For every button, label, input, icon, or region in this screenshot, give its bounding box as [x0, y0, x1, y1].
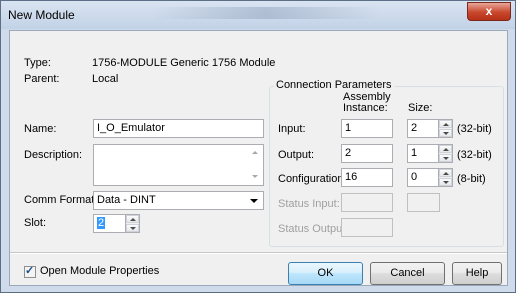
spin-up-icon[interactable] [439, 169, 452, 177]
output-instance-field[interactable]: 2 [341, 144, 393, 163]
ok-button[interactable]: OK [288, 262, 363, 285]
comm-format-select[interactable]: Data - DINT [93, 191, 264, 210]
open-module-properties-checkbox[interactable] [24, 264, 36, 278]
status-input-instance-field [341, 193, 393, 212]
size-header: Size: [408, 102, 433, 114]
output-size-spinner[interactable] [438, 144, 453, 163]
slot-label: Slot: [24, 217, 47, 229]
scroll-down-icon [252, 175, 258, 178]
close-button[interactable]: x [467, 2, 511, 21]
connection-parameters-legend: Connection Parameters [274, 79, 394, 91]
input-size-spinner[interactable] [438, 119, 453, 138]
status-input-label: Status Input: [278, 198, 340, 210]
input-label: Input: [278, 123, 306, 135]
status-input-size-field [407, 193, 440, 212]
output-size-field[interactable]: 1 [407, 144, 440, 163]
footer-separator-highlight [10, 253, 507, 254]
dialog-body: Type: 1756-MODULE Generic 1756 Module Pa… [9, 30, 508, 286]
configuration-size-spinner[interactable] [438, 168, 453, 187]
dialog-title: New Module [8, 8, 75, 22]
new-module-dialog: New Module x Type: 1756-MODULE Generic 1… [0, 0, 516, 293]
spin-up-icon[interactable] [439, 120, 452, 128]
slot-spinner[interactable] [125, 214, 140, 233]
name-field[interactable]: I_O_Emulator [93, 119, 264, 138]
spin-down-icon[interactable] [439, 129, 452, 137]
input-size-unit: (32-bit) [457, 123, 492, 135]
title-bar[interactable]: New Module x [1, 1, 515, 29]
blurred-title-text [151, 7, 381, 19]
comm-format-value: Data - DINT [97, 194, 156, 206]
assembly-instance-header-line2: Instance: [343, 102, 388, 114]
status-output-label: Status Output: [278, 223, 349, 235]
description-field[interactable] [93, 144, 264, 186]
spin-up-icon[interactable] [439, 145, 452, 153]
type-value: 1756-MODULE Generic 1756 Module [92, 57, 276, 69]
spin-up-icon[interactable] [126, 215, 139, 223]
spin-down-icon[interactable] [126, 224, 139, 232]
parent-label: Parent: [24, 73, 60, 85]
output-size-unit: (32-bit) [457, 149, 492, 161]
configuration-label: Configuration: [278, 173, 347, 185]
name-label: Name: [24, 123, 57, 135]
configuration-size-field[interactable]: 0 [407, 168, 440, 187]
slot-value: 2 [97, 217, 106, 229]
comm-format-label: Comm Format: [24, 194, 98, 206]
cancel-button[interactable]: Cancel [370, 262, 445, 285]
close-icon: x [485, 4, 493, 18]
status-output-instance-field [341, 218, 393, 237]
spin-down-icon[interactable] [439, 178, 452, 186]
open-module-properties-label[interactable]: Open Module Properties [40, 265, 159, 277]
input-size-field[interactable]: 2 [407, 119, 440, 138]
help-button[interactable]: Help [452, 262, 502, 285]
description-scrollbar[interactable] [247, 145, 263, 185]
input-instance-field[interactable]: 1 [341, 119, 393, 138]
scroll-up-icon [252, 151, 258, 154]
configuration-instance-field[interactable]: 16 [341, 168, 393, 187]
description-label: Description: [24, 149, 83, 161]
parent-value: Local [92, 73, 119, 85]
type-label: Type: [24, 57, 51, 69]
spin-down-icon[interactable] [439, 154, 452, 162]
output-label: Output: [278, 149, 315, 161]
chevron-down-icon [250, 199, 258, 203]
configuration-size-unit: (8-bit) [457, 173, 486, 185]
